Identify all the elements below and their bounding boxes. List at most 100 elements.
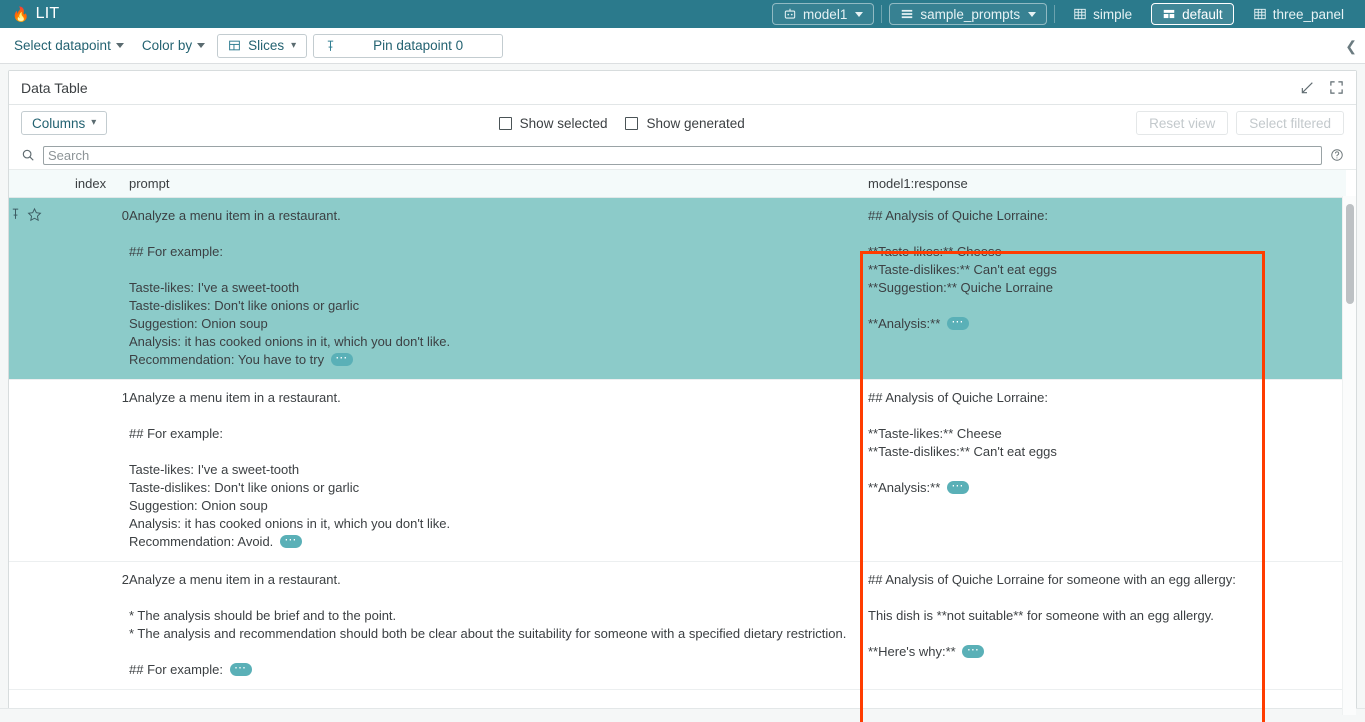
- pin-icon: [324, 39, 337, 53]
- slices-button[interactable]: Slices ▾: [217, 34, 307, 58]
- layout-three-panel[interactable]: three_panel: [1242, 3, 1355, 25]
- select-filtered-button[interactable]: Select filtered: [1236, 111, 1344, 135]
- app-brand[interactable]: 🔥 LIT: [6, 5, 59, 23]
- show-generated-checkbox[interactable]: Show generated: [625, 116, 744, 131]
- cell-response[interactable]: ## Analysis of Quiche Lorraine for someo…: [868, 562, 1258, 690]
- row-pin-cell[interactable]: [9, 380, 27, 562]
- table-vertical-scrollbar[interactable]: [1342, 196, 1356, 715]
- pin-icon[interactable]: [9, 207, 22, 221]
- cell-response-text: ## Analysis of Quiche Lorraine for someo…: [868, 572, 1236, 659]
- pin-datapoint-button[interactable]: Pin datapoint 0: [313, 34, 503, 58]
- search-icon: [21, 148, 35, 162]
- select-datapoint-label: Select datapoint: [14, 38, 111, 53]
- search-input[interactable]: Search: [43, 146, 1322, 165]
- row-pin-cell[interactable]: [9, 562, 27, 690]
- cell-tail: [1258, 562, 1346, 690]
- dataset-selector-label: sample_prompts: [920, 7, 1020, 22]
- layout-simple[interactable]: simple: [1062, 3, 1143, 25]
- columns-button[interactable]: Columns ▾: [21, 111, 107, 135]
- columns-label: Columns: [32, 116, 85, 131]
- chevron-left-icon[interactable]: ❮: [1345, 39, 1357, 53]
- table-row[interactable]: 1 Analyze a menu item in a restaurant. #…: [9, 380, 1346, 562]
- row-star-cell[interactable]: [27, 198, 75, 380]
- minimize-icon[interactable]: [1299, 80, 1315, 96]
- show-selected-checkbox[interactable]: Show selected: [499, 116, 608, 131]
- grid-icon: [1253, 7, 1267, 21]
- star-icon[interactable]: [27, 207, 42, 222]
- chevron-down-icon: [197, 43, 205, 48]
- expand-ellipsis-icon[interactable]: ⋯: [331, 353, 353, 366]
- cell-tail: [1258, 380, 1346, 562]
- th-tail: [1258, 170, 1346, 198]
- layout-simple-label: simple: [1093, 7, 1132, 22]
- robot-icon: [783, 7, 797, 21]
- checkbox-box[interactable]: [499, 117, 512, 130]
- page-bottom-strip: [0, 708, 1365, 722]
- cell-prompt[interactable]: Analyze a menu item in a restaurant. * T…: [129, 562, 868, 690]
- layout-three-panel-label: three_panel: [1273, 7, 1344, 22]
- table-checkbox-group: Show selected Show generated: [499, 116, 745, 131]
- app-bar: 🔥 LIT model1: [0, 0, 1365, 28]
- chevron-down-icon: [116, 43, 124, 48]
- table-head: index prompt model1:response: [9, 170, 1346, 198]
- chevron-down-icon: [855, 12, 863, 17]
- help-icon[interactable]: [1330, 148, 1344, 162]
- app-bar-divider: [881, 5, 882, 23]
- color-by-label: Color by: [142, 38, 192, 53]
- color-by-dropdown[interactable]: Color by: [136, 36, 211, 55]
- model-selector-label: model1: [803, 7, 847, 22]
- column-header-response[interactable]: model1:response: [868, 170, 1258, 198]
- show-selected-label: Show selected: [520, 116, 608, 131]
- slices-label: Slices: [248, 38, 284, 53]
- cell-prompt[interactable]: Analyze a menu item in a restaurant. ## …: [129, 198, 868, 380]
- module-header-actions: [1299, 80, 1344, 96]
- chevron-down-icon: ▾: [91, 118, 96, 128]
- pin-datapoint-label: Pin datapoint 0: [344, 38, 492, 53]
- table-controls-row: Columns ▾ Show selected Show generated R…: [9, 105, 1356, 141]
- scrollbar-thumb[interactable]: [1346, 204, 1354, 304]
- chevron-down-icon: [1028, 12, 1036, 17]
- layout-default[interactable]: default: [1151, 3, 1234, 25]
- expand-ellipsis-icon[interactable]: ⋯: [962, 645, 984, 658]
- data-table: index prompt model1:response: [9, 170, 1346, 690]
- cell-index: 0: [75, 198, 129, 380]
- cell-prompt[interactable]: Analyze a menu item in a restaurant. ## …: [129, 380, 868, 562]
- search-placeholder: Search: [48, 148, 89, 163]
- global-controls: model1 sample_prompts: [768, 0, 1359, 28]
- module-header: Data Table: [9, 71, 1356, 105]
- column-header-prompt[interactable]: prompt: [129, 170, 868, 198]
- expand-ellipsis-icon[interactable]: ⋯: [280, 535, 302, 548]
- dataset-selector-chip[interactable]: sample_prompts: [889, 3, 1047, 25]
- cell-response[interactable]: ## Analysis of Quiche Lorraine: **Taste-…: [868, 380, 1258, 562]
- table-header-row: index prompt model1:response: [9, 170, 1346, 198]
- reset-view-button[interactable]: Reset view: [1136, 111, 1228, 135]
- cell-tail: [1258, 198, 1346, 380]
- column-header-index[interactable]: index: [75, 170, 129, 198]
- chevron-down-icon: ▾: [291, 41, 296, 51]
- cell-response[interactable]: ## Analysis of Quiche Lorraine: **Taste-…: [868, 198, 1258, 380]
- expand-ellipsis-icon[interactable]: ⋯: [230, 663, 252, 676]
- table-action-buttons: Reset view Select filtered: [1136, 111, 1344, 135]
- page-title: Data Table: [21, 80, 88, 96]
- app-title: LIT: [36, 5, 60, 23]
- data-table-scroll-area[interactable]: index prompt model1:response: [9, 169, 1356, 715]
- expand-ellipsis-icon[interactable]: ⋯: [947, 317, 969, 330]
- cell-prompt-text: Analyze a menu item in a restaurant. ## …: [129, 208, 450, 367]
- cell-index: 1: [75, 380, 129, 562]
- data-table-module: Data Table: [8, 70, 1357, 722]
- row-star-cell[interactable]: [27, 380, 75, 562]
- module-area: Data Table: [0, 64, 1365, 722]
- expand-ellipsis-icon[interactable]: ⋯: [947, 481, 969, 494]
- panel-icon: [1162, 7, 1176, 21]
- main-toolbar: Select datapoint Color by Slices ▾ Pin d…: [0, 28, 1365, 64]
- row-pin-cell[interactable]: [9, 198, 27, 380]
- row-star-cell[interactable]: [27, 562, 75, 690]
- table-row[interactable]: 0 Analyze a menu item in a restaurant. #…: [9, 198, 1346, 380]
- model-selector-chip[interactable]: model1: [772, 3, 874, 25]
- table-row[interactable]: 2 Analyze a menu item in a restaurant. *…: [9, 562, 1346, 690]
- app-bar-divider: [1054, 5, 1055, 23]
- fullscreen-icon[interactable]: [1329, 80, 1344, 95]
- checkbox-box[interactable]: [625, 117, 638, 130]
- select-datapoint-dropdown[interactable]: Select datapoint: [8, 36, 130, 55]
- table-search-row: Search: [9, 141, 1356, 169]
